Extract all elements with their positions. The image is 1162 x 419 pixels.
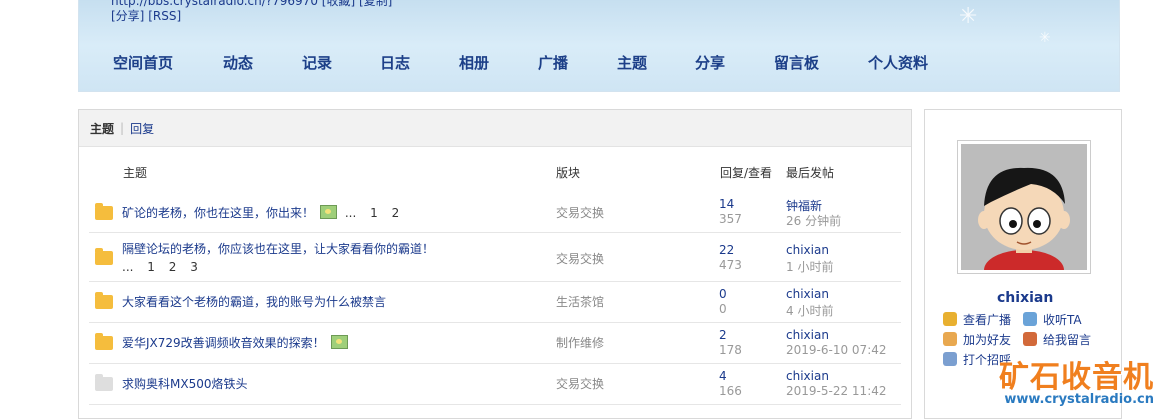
reply-count: 2 [719, 328, 727, 342]
last-poster[interactable]: chixian [786, 328, 829, 342]
nav-feed[interactable]: 动态 [223, 52, 302, 73]
nav-threads[interactable]: 主题 [617, 52, 695, 73]
last-post-time: 2019-6-10 07:42 [786, 343, 887, 357]
action-label: 查看广播 [963, 313, 1012, 327]
reply-count: 0 [719, 287, 727, 301]
view-broadcast-action[interactable]: 查看广播 [943, 311, 1011, 328]
last-post-time: 26 分钟前 [786, 214, 842, 228]
view-count: 166 [719, 384, 742, 398]
view-count: 178 [719, 343, 742, 357]
last-post-time: 4 小时前 [786, 304, 834, 318]
page-link[interactable]: 2 [392, 206, 400, 220]
last-poster[interactable]: chixian [786, 243, 829, 257]
page-ellipsis: ... [122, 260, 134, 274]
thread-title-line: 爱华JX729改善调频收音效果的探索！ [122, 334, 348, 351]
rss-link[interactable]: [RSS] [148, 9, 181, 23]
profile-username[interactable]: chixian [997, 290, 1053, 306]
follow-action[interactable]: 收听TA [1023, 311, 1082, 328]
poke-icon [943, 352, 957, 366]
folder-icon [95, 333, 113, 350]
site-watermark: 矿石收音机 www.crystalradio.cn [994, 352, 1162, 412]
avatar[interactable] [957, 140, 1091, 274]
leave-message-action[interactable]: 给我留言 [1023, 331, 1091, 348]
page-link[interactable]: 1 [370, 206, 378, 220]
action-label: 给我留言 [1043, 333, 1092, 347]
reply-count: 14 [719, 197, 735, 211]
thread-title[interactable]: 爱华JX729改善调频收音效果的探索！ [122, 336, 325, 350]
page-link[interactable]: 3 [190, 260, 198, 274]
space-nav: 空间首页 动态 记录 日志 相册 广播 主题 分享 留言板 个人资料 [113, 52, 928, 73]
forum-name[interactable]: 交易交换 [556, 204, 604, 221]
tab-separator: | [120, 121, 125, 135]
dandelion-decoration: ✳ [1039, 30, 1051, 46]
reply-count: 4 [719, 369, 727, 383]
dandelion-decoration: ✳ [959, 4, 978, 29]
tab-bar: 主题 | 回复 [79, 110, 911, 147]
folder-icon [95, 292, 113, 309]
page-link[interactable]: 2 [169, 260, 177, 274]
follow-icon [1023, 312, 1037, 326]
nav-profile[interactable]: 个人资料 [868, 52, 928, 73]
action-label: 加为好友 [963, 333, 1012, 347]
add-friend-icon [943, 332, 957, 346]
thread-title-line: 隔壁论坛的老杨，你应该也在这里，让大家看看你的霸道！ [122, 240, 434, 257]
nav-album[interactable]: 相册 [459, 52, 538, 73]
nav-share[interactable]: 分享 [695, 52, 774, 73]
header-stats: 回复/查看 [720, 166, 773, 180]
header-forum: 版块 [556, 166, 581, 180]
watermark-text: 矿石收音机 [999, 360, 1154, 395]
forum-name[interactable]: 交易交换 [556, 375, 604, 392]
table-row: 矿论的老杨，你也在这里，你出来！ ... 1 2 交易交换 14 357 钟福新… [89, 192, 901, 233]
nav-broadcast[interactable]: 广播 [538, 52, 617, 73]
table-row: 大家看看这个老杨的霸道，我的账号为什么被禁言 生活茶馆 0 0 chixian … [89, 282, 901, 323]
last-post-time: 2019-5-22 11:42 [786, 384, 887, 398]
nav-blog[interactable]: 日志 [380, 52, 459, 73]
table-row: 爱华JX729改善调频收音效果的探索！ 制作维修 2 178 chixian 2… [89, 323, 901, 364]
nav-home[interactable]: 空间首页 [113, 52, 223, 73]
header-title: 主题 [123, 166, 148, 180]
space-banner: ✳ ✳ http://bbs.crystalradio.cn/?796970 [… [78, 0, 1120, 92]
threads-panel: 主题 | 回复 主题 版块 回复/查看 最后发帖 矿论的老杨，你也在这里，你出来… [78, 109, 912, 419]
last-poster[interactable]: chixian [786, 287, 829, 301]
last-poster[interactable]: chixian [786, 369, 829, 383]
thread-title[interactable]: 求购奥科MX500烙铁头 [122, 377, 247, 391]
nav-guestbook[interactable]: 留言板 [774, 52, 868, 73]
table-row: 隔壁论坛的老杨，你应该也在这里，让大家看看你的霸道！ ... 1 2 3 交易交… [89, 233, 901, 282]
page-link[interactable]: 1 [147, 260, 155, 274]
add-friend-action[interactable]: 加为好友 [943, 331, 1011, 348]
thread-title-line: 矿论的老杨，你也在这里，你出来！ ... 1 2 [122, 204, 399, 221]
pagination: ... 1 2 3 [122, 260, 198, 274]
last-post-time: 1 小时前 [786, 260, 834, 274]
nav-records[interactable]: 记录 [302, 52, 380, 73]
image-attachment-icon [330, 335, 348, 349]
table-row: 求购奥科MX500烙铁头 交易交换 4 166 chixian 2019-5-2… [89, 364, 901, 405]
view-count: 473 [719, 258, 742, 272]
action-label: 收听TA [1043, 313, 1082, 327]
forum-name[interactable]: 交易交换 [556, 250, 604, 267]
tab-replies[interactable]: 回复 [130, 120, 154, 137]
thread-title-line: 大家看看这个老杨的霸道，我的账号为什么被禁言 [122, 293, 386, 310]
view-count: 357 [719, 212, 742, 226]
thread-title-line: 求购奥科MX500烙铁头 [122, 375, 247, 392]
page-ellipsis: ... [344, 206, 357, 220]
thread-title[interactable]: 隔壁论坛的老杨，你应该也在这里，让大家看看你的霸道！ [122, 242, 434, 256]
tab-threads[interactable]: 主题 [90, 120, 114, 137]
view-count: 0 [719, 302, 727, 316]
forum-name[interactable]: 制作维修 [556, 334, 604, 351]
watermark-url: www.crystalradio.cn [1004, 392, 1154, 407]
folder-icon [95, 203, 113, 220]
avatar-cartoon-image [961, 144, 1087, 270]
megaphone-icon [943, 312, 957, 326]
table-header: 主题 版块 回复/查看 最后发帖 [79, 164, 911, 182]
reply-count: 22 [719, 243, 735, 257]
thread-title[interactable]: 矿论的老杨，你也在这里，你出来！ [122, 206, 314, 220]
image-attachment-icon [320, 205, 338, 219]
header-last-post: 最后发帖 [786, 166, 835, 180]
folder-icon [95, 248, 113, 265]
thread-title[interactable]: 大家看看这个老杨的霸道，我的账号为什么被禁言 [122, 295, 386, 309]
pencil-icon [1023, 332, 1037, 346]
share-link[interactable]: [分享] [111, 9, 144, 23]
folder-icon [95, 374, 113, 391]
forum-name[interactable]: 生活茶馆 [556, 293, 604, 310]
